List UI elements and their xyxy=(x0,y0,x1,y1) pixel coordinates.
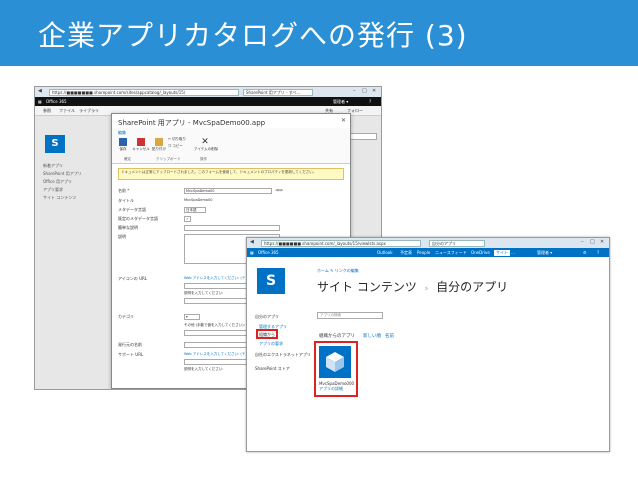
group-actions: 操作 xyxy=(200,157,207,161)
close-icon[interactable]: ✕ xyxy=(372,88,376,94)
field-title: タイトル MvcSpaDemo00 xyxy=(118,198,213,203)
category-select[interactable]: ▾ xyxy=(184,314,200,320)
help-icon-2[interactable]: ? xyxy=(597,250,599,255)
delete-icon: ✕ xyxy=(201,137,209,147)
address-bar[interactable]: https://■■■■■■■.sharepoint.com/sites/app… xyxy=(49,89,239,96)
delete-item-button[interactable]: ✕ アイテムの削除 xyxy=(194,137,218,152)
dialog-close-icon[interactable]: ✕ xyxy=(341,117,346,124)
app-cube-icon xyxy=(326,352,344,372)
ribbon-tab-browse[interactable]: 参照 xyxy=(43,108,51,114)
ribbon-tab-library[interactable]: ライブラリ xyxy=(79,108,99,114)
tab-newest[interactable]: 新しい順 xyxy=(363,333,381,339)
nav-app-requests[interactable]: アプリ要求 xyxy=(43,187,63,193)
slide-title-bar: 企業アプリカタログへの発行 (3) xyxy=(0,0,638,66)
nav-my-apps[interactable]: 自分のアプリ xyxy=(255,314,279,320)
office365-brand-2[interactable]: Office 365 xyxy=(258,250,279,255)
upload-success-message: ドキュメントは正常にアップロードされました。このフォームを使用して、ドキュメント… xyxy=(118,168,344,180)
nav-extranet-apps[interactable]: 自社のエクストラネットアプリ xyxy=(255,352,311,358)
copy-icon: ❐ xyxy=(168,144,172,148)
help-icon[interactable]: ? xyxy=(369,99,371,104)
browser-tab-2[interactable]: 自分のアプリ xyxy=(429,240,485,247)
copy-button[interactable]: ❐ コピー xyxy=(168,144,192,149)
dialog-title: SharePoint 用アプリ - MvcSpaDemo00.app xyxy=(118,119,266,127)
address-bar-2[interactable]: https://■■■■■■.sharepoint.com/_layouts/1… xyxy=(261,240,421,247)
short-description-input[interactable] xyxy=(184,225,280,231)
browser-tab-bar-2: ◀ https://■■■■■■.sharepoint.com/_layouts… xyxy=(247,238,609,248)
cut-icon: ✂ xyxy=(168,137,171,141)
topnav-calendar[interactable]: 予定表 xyxy=(400,250,412,256)
user-menu[interactable]: 管理者 ▾ xyxy=(333,99,348,105)
default-language-checkbox[interactable]: ✓ xyxy=(184,216,191,222)
topnav-more[interactable]: … xyxy=(511,250,515,255)
topnav-newsfeed[interactable]: ニュースフィード xyxy=(435,250,467,256)
topnav-outlook[interactable]: Outlook xyxy=(377,250,393,255)
office365-topbar: ▦ Office 365 管理者 ▾ ? xyxy=(35,97,381,106)
minimize-icon[interactable]: – xyxy=(353,88,356,94)
ribbon-tab-edit[interactable]: 編集 xyxy=(118,130,126,136)
nav-new-apps[interactable]: 新着アプリ xyxy=(43,163,63,169)
nav-app-requests-2[interactable]: アプリの要求 xyxy=(259,341,283,347)
page-title: サイト コンテンツ › 自分のアプリ xyxy=(317,280,509,294)
app-launcher-icon-2[interactable]: ▦ xyxy=(250,250,254,255)
my-apps-page: S ホーム ✎ リンクの編集 サイト コンテンツ › 自分のアプリ アプリの検索… xyxy=(247,264,609,451)
group-commit: 確定 xyxy=(124,157,131,161)
topnav-people[interactable]: People xyxy=(417,250,430,255)
nav-site-contents[interactable]: サイト コンテンツ xyxy=(43,195,76,201)
back-icon[interactable]: ◀ xyxy=(38,88,42,94)
maximize-icon[interactable]: □ xyxy=(362,88,367,94)
sharepoint-logo: S xyxy=(45,135,65,153)
nav-sharepoint-store[interactable]: SharePoint ストア xyxy=(255,366,290,372)
nav-sharepoint-apps[interactable]: SharePoint 用アプリ xyxy=(43,171,82,177)
field-name: 名前 * MvcSpaDemo00 .app xyxy=(118,188,283,194)
tab-name[interactable]: 名前 xyxy=(385,333,394,339)
save-icon xyxy=(119,138,127,146)
field-default-metadata-language: 既定のメタデータ言語 ✓ xyxy=(118,216,346,223)
topnav-onedrive[interactable]: OneDrive xyxy=(471,250,490,255)
browser-tab-bar: ◀ https://■■■■■■■.sharepoint.com/sites/a… xyxy=(35,87,381,97)
field-short-description: 簡単な説明 xyxy=(118,225,346,232)
cut-button[interactable]: ✂ 切り取り xyxy=(168,137,192,142)
app-details-link[interactable]: アプリの詳細 xyxy=(319,386,343,391)
language-select[interactable]: 日本語 xyxy=(184,207,206,213)
from-org-highlight xyxy=(256,329,278,339)
topnav-sites[interactable]: サイト xyxy=(494,250,510,256)
nav-office-apps[interactable]: Office 用アプリ xyxy=(43,179,72,185)
back-icon-2[interactable]: ◀ xyxy=(250,239,254,245)
office365-brand[interactable]: Office 365 xyxy=(46,99,67,104)
sharepoint-logo-2: S xyxy=(257,268,285,294)
paste-icon xyxy=(155,138,163,146)
paste-button[interactable]: 貼り付け xyxy=(150,138,168,152)
office365-topbar-2: ▦ Office 365 Outlook 予定表 People ニュースフィード… xyxy=(247,248,609,257)
app-tile-label[interactable]: MvcSpaDemo000 アプリの詳細 xyxy=(319,381,354,391)
ribbon-tab-file[interactable]: ファイル xyxy=(59,108,75,114)
breadcrumb[interactable]: ホーム ✎ リンクの編集 xyxy=(317,268,359,274)
name-input[interactable]: MvcSpaDemo00 xyxy=(184,188,272,194)
cancel-button[interactable]: キャンセル xyxy=(132,138,150,152)
group-clipboard: クリップボード xyxy=(156,157,181,161)
maximize-icon-2[interactable]: □ xyxy=(590,239,595,245)
app-tile[interactable] xyxy=(319,346,351,378)
browser-tab[interactable]: SharePoint 用アプリ - すべ... xyxy=(243,89,313,96)
tab-org-apps[interactable]: 組織からのアプリ xyxy=(319,333,355,339)
save-button[interactable]: 保存 xyxy=(114,138,132,152)
app-search-input[interactable]: アプリの検索 xyxy=(317,312,383,319)
app-launcher-icon[interactable]: ▦ xyxy=(38,99,42,104)
minimize-icon-2[interactable]: – xyxy=(581,239,584,245)
close-icon-2[interactable]: ✕ xyxy=(600,239,604,245)
field-metadata-language: メタデータ言語 日本語 xyxy=(118,207,346,214)
dialog-ribbon: 編集 保存 キャンセル 貼り付け ✂ 切り取り ❐ コピー ✕ アイテムの削除 xyxy=(112,128,350,164)
user-menu-2[interactable]: 管理者 ▾ xyxy=(537,250,552,256)
cancel-icon xyxy=(137,138,145,146)
slide-title: 企業アプリカタログへの発行 (3) xyxy=(38,19,468,52)
screenshot-my-apps: ◀ https://■■■■■■.sharepoint.com/_layouts… xyxy=(246,237,610,452)
settings-icon[interactable]: ⚙ xyxy=(583,250,587,255)
